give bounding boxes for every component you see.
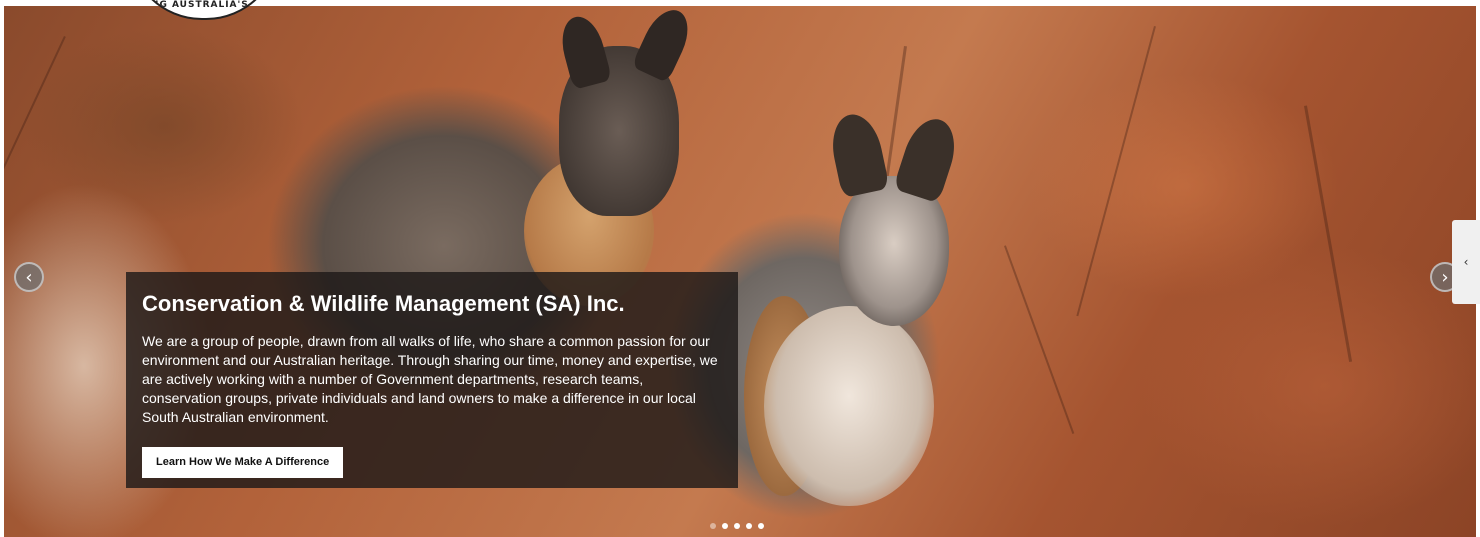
slider-pagination — [710, 523, 764, 529]
side-panel-toggle[interactable]: ‹ — [1452, 220, 1480, 304]
slide-description: We are a group of people, drawn from all… — [142, 333, 718, 425]
slider-dot[interactable] — [734, 523, 740, 529]
wallaby-right-ear — [892, 112, 964, 204]
rock-crack — [1004, 245, 1075, 434]
chevron-left-icon: ‹ — [1463, 255, 1469, 269]
slider-dot[interactable] — [710, 523, 716, 529]
slide-caption-panel: Conservation & Wildlife Management (SA) … — [126, 272, 738, 488]
slider-dot[interactable] — [722, 523, 728, 529]
slider-prev-button[interactable]: ‹ — [14, 262, 44, 292]
wallaby-right-chest — [764, 306, 934, 506]
rock-crack — [1076, 26, 1156, 317]
chevron-left-icon: ‹ — [25, 267, 33, 288]
chevron-right-icon: › — [1441, 267, 1449, 288]
learn-more-button[interactable]: Learn How We Make A Difference — [142, 447, 344, 478]
slider-dot[interactable] — [758, 523, 764, 529]
wallaby-right-ear — [826, 109, 890, 199]
slide-title: Conservation & Wildlife Management (SA) … — [142, 291, 625, 316]
slider-dot[interactable] — [746, 523, 752, 529]
logo-text: ING AUSTRALIA'S H — [146, 0, 262, 10]
rock-crack — [4, 36, 66, 182]
rock-crack — [1304, 105, 1353, 363]
